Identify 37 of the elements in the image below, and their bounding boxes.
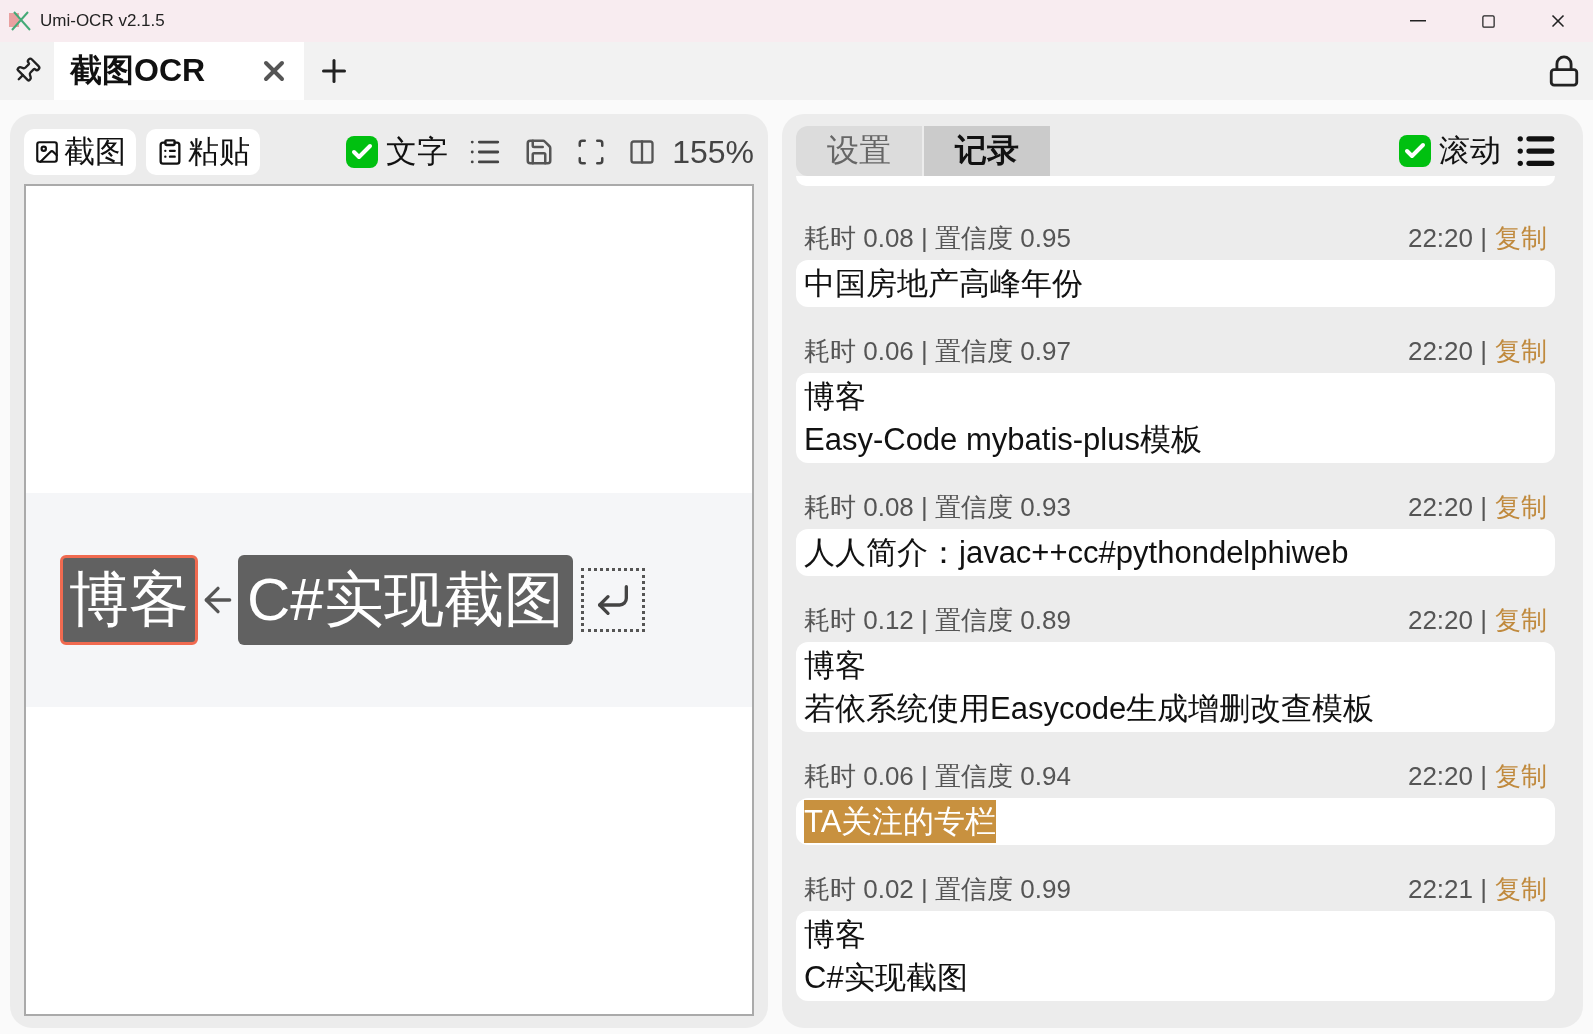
panel-tab[interactable]: 设置 <box>796 126 922 176</box>
record-text: 博客 <box>804 916 866 954</box>
record-text: 博客 <box>804 378 866 416</box>
text-toggle[interactable]: 文字 <box>342 131 453 173</box>
record-info: 耗时 0.02 | 置信度 0.99 <box>804 872 1072 906</box>
record-time: 22:20 | <box>1407 604 1487 636</box>
toolbar-button[interactable]: 粘贴 <box>146 129 260 175</box>
scroll-toggle[interactable]: 滚动 <box>1395 130 1505 172</box>
line-break-icon <box>580 568 645 632</box>
record-text: 中国房地产高峰年份 <box>804 265 1083 303</box>
record-time: 22:20 | <box>1407 222 1487 254</box>
record-time: 22:21 | <box>1407 873 1487 905</box>
record-time: 22:20 | <box>1407 335 1487 367</box>
record-info: 耗时 0.08 | 置信度 0.93 <box>804 490 1072 524</box>
app-logo-icon <box>8 10 32 32</box>
ocr-text-box[interactable]: 博客 <box>60 555 198 645</box>
record-time: 22:20 | <box>1407 760 1487 792</box>
zoom-level: 155% <box>672 133 754 171</box>
window-title: Umi-OCR v2.1.5 <box>40 11 166 31</box>
minimize-icon <box>1410 20 1426 22</box>
ocr-text-box[interactable]: C#实现截图 <box>238 555 573 645</box>
record-info: 耗时 0.06 | 置信度 0.94 <box>804 759 1072 793</box>
toolbar-button[interactable]: 截图 <box>24 129 136 175</box>
record-text: 博客 <box>804 647 866 685</box>
panel-tab[interactable]: 记录 <box>924 126 1050 176</box>
record-text: C#实现截图 <box>804 959 968 997</box>
record-text: 人人简介：javac++cc#pythondelphiweb <box>804 534 1349 572</box>
record-info: 耗时 0.06 | 置信度 0.97 <box>804 334 1072 368</box>
record-text: TA关注的专栏 <box>804 800 997 843</box>
record-text: 若依系统使用Easycode生成增删改查模板 <box>804 690 1375 728</box>
record-info: 耗时 0.12 | 置信度 0.89 <box>804 603 1072 637</box>
record-info: 耗时 0.08 | 置信度 0.95 <box>804 221 1072 255</box>
maximize-icon <box>1480 13 1496 29</box>
tab[interactable]: 截图OCR <box>54 42 304 100</box>
record-time: 22:20 | <box>1407 491 1487 523</box>
record-text: Easy-Code mybatis-plus模板 <box>804 421 1202 459</box>
picture-icon <box>34 139 60 165</box>
